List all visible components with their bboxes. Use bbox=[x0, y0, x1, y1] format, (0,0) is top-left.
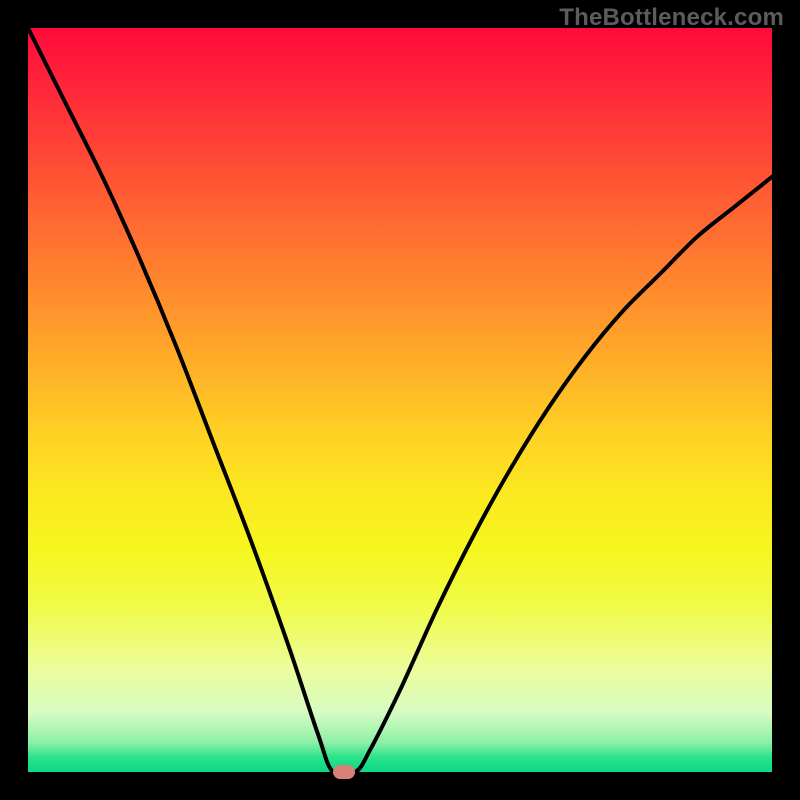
chart-frame: TheBottleneck.com bbox=[0, 0, 800, 800]
curve-path bbox=[28, 28, 772, 772]
bottleneck-curve bbox=[28, 28, 772, 772]
plot-area bbox=[28, 28, 772, 772]
optimal-marker bbox=[333, 765, 355, 779]
